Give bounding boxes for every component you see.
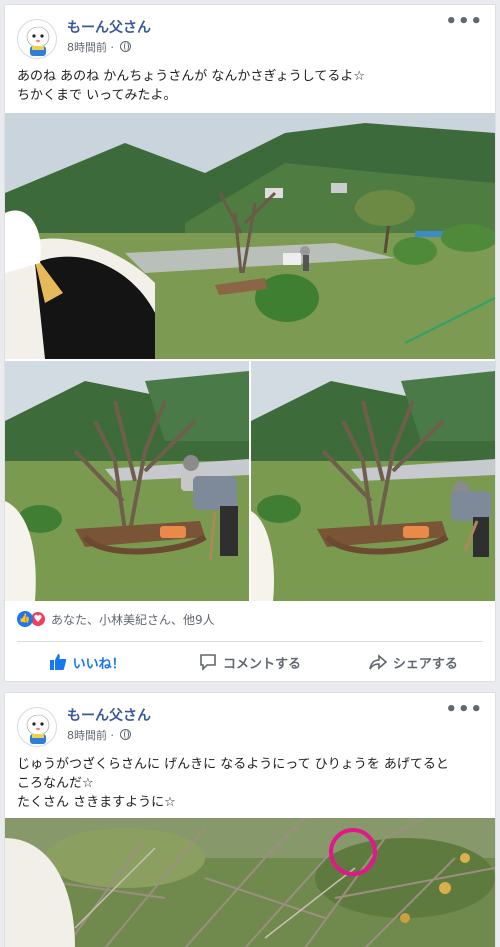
like-reaction-icon: 👍 (17, 611, 33, 627)
post-text-line: じゅうがつざくらさんに げんきに なるようにって ひりょうを あげてると (17, 757, 449, 772)
like-button[interactable]: いいね！ (5, 646, 168, 678)
post-header: もーん父さん 8時間前 · ••• (5, 693, 495, 753)
timestamp: 8時間前 · (67, 729, 118, 742)
more-dots-icon[interactable]: ••• (445, 11, 483, 32)
like-label: いいね！ (72, 656, 125, 672)
comment-label: コメントする (222, 656, 301, 672)
share-button[interactable]: シェアする (332, 646, 495, 678)
more-dots-icon[interactable]: ••• (445, 699, 483, 720)
globe-icon (119, 729, 131, 740)
avatar[interactable] (17, 707, 57, 747)
photo-cherry-branches[interactable] (5, 818, 495, 947)
divider (17, 641, 483, 642)
share-arrow-icon (369, 654, 387, 670)
post-text-line: たくさん さきますように☆ (17, 795, 176, 810)
action-bar: いいね！ コメントする シェアする (5, 646, 495, 678)
avatar[interactable] (17, 19, 57, 59)
reactions-bar[interactable]: 👍 ♥ あなた、小林美紀さん、他9人 (17, 609, 215, 629)
timestamp: 8時間前 · (67, 41, 118, 54)
thumbs-up-icon (49, 654, 66, 670)
comment-button[interactable]: コメントする (168, 646, 331, 678)
author-name[interactable]: もーん父さん (67, 705, 151, 725)
photo-tree-digging-right[interactable] (251, 361, 495, 601)
photo-tree-digging-left[interactable] (5, 361, 249, 601)
post-card: もーん父さん 8時間前 · ••• あのね あのね かんちょうさんが なんかさぎ… (4, 4, 496, 682)
photo-park-wide[interactable] (5, 113, 495, 359)
post-card: もーん父さん 8時間前 · ••• じゅうがつざくらさんに げんきに なるように… (4, 692, 496, 947)
post-text: じゅうがつざくらさんに げんきに なるようにって ひりょうを あげてると ころな… (17, 755, 487, 812)
post-text-line: ちかくまで いってみたよ。 (17, 88, 177, 103)
post-header: もーん父さん 8時間前 · ••• (5, 5, 495, 65)
post-time[interactable]: 8時間前 · (67, 727, 131, 743)
post-text: あのね あのね かんちょうさんが なんかさぎょうしてるよ☆ ちかくまで いってみ… (17, 67, 487, 105)
author-name[interactable]: もーん父さん (67, 17, 151, 37)
post-text-line: あのね あのね かんちょうさんが なんかさぎょうしてるよ☆ (17, 69, 366, 84)
post-text-line: ころなんだ☆ (17, 776, 94, 791)
globe-icon (119, 41, 131, 52)
reaction-names: あなた、小林美紀さん、他9人 (51, 612, 215, 627)
comment-bubble-icon (200, 654, 216, 671)
share-label: シェアする (392, 656, 458, 672)
post-time[interactable]: 8時間前 · (67, 39, 131, 55)
